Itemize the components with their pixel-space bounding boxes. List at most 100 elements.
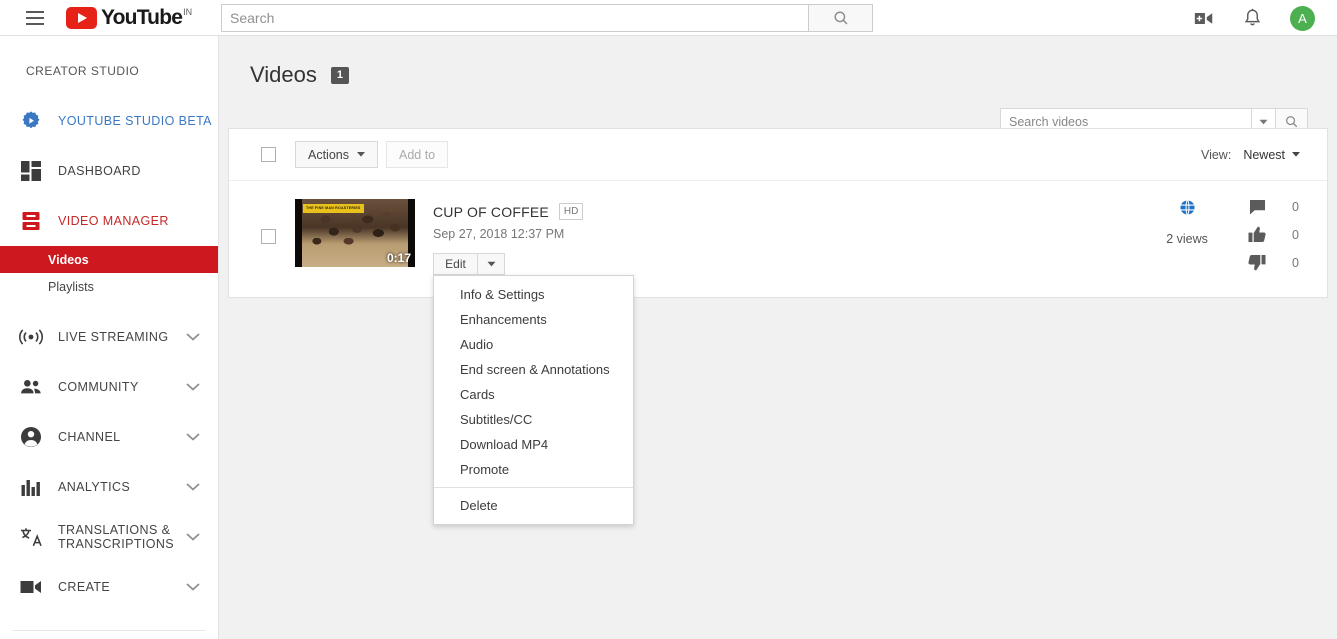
edit-dropdown-menu: Info & Settings Enhancements Audio End s… (433, 275, 634, 525)
chevron-down-icon[interactable] (186, 383, 200, 392)
menu-item-delete[interactable]: Delete (434, 493, 633, 518)
header-actions: A (1193, 0, 1315, 36)
upload-video-button[interactable] (1193, 10, 1215, 27)
table-row: THE FINE MAN ROASTERIES 0:17 CUP OF COFF… (229, 181, 1327, 525)
privacy-status-button[interactable] (1178, 199, 1196, 221)
top-header: YouTube IN A (0, 0, 1337, 36)
select-all-checkbox[interactable] (261, 147, 276, 162)
menu-item-subtitles-cc[interactable]: Subtitles/CC (434, 407, 633, 432)
sidebar-item-label: CHANNEL (58, 430, 121, 444)
youtube-logo-text: YouTube (101, 6, 183, 29)
edit-dropdown-toggle[interactable] (478, 253, 505, 275)
chevron-down-icon[interactable] (186, 583, 200, 592)
sidebar-subitem-videos[interactable]: Videos (0, 246, 218, 273)
page-title: Videos (250, 62, 317, 87)
page-header: Videos 1 (219, 36, 1337, 88)
view-value-dropdown[interactable]: Newest (1243, 148, 1300, 162)
chevron-down-icon[interactable] (186, 333, 200, 342)
hd-badge: HD (558, 203, 584, 220)
chevron-down-icon (1292, 152, 1300, 157)
search-input[interactable] (221, 4, 809, 32)
thumbs-up-icon (1244, 226, 1270, 243)
video-duration: 0:17 (386, 251, 411, 265)
menu-item-info-settings[interactable]: Info & Settings (434, 282, 633, 307)
likes-count: 0 (1292, 227, 1299, 242)
avatar[interactable]: A (1290, 5, 1315, 31)
hamburger-icon[interactable] (26, 10, 44, 25)
dislikes-count: 0 (1292, 255, 1299, 270)
thumbs-down-icon (1244, 254, 1270, 271)
video-upload-icon (1194, 12, 1213, 24)
menu-item-promote[interactable]: Promote (434, 457, 633, 482)
broadcast-icon (18, 324, 44, 350)
videos-card: Actions Add to View: Newest THE FINE MAN… (228, 128, 1328, 525)
view-selector: View: Newest (1201, 148, 1300, 162)
chevron-down-icon (487, 261, 495, 267)
sidebar-item-live-streaming[interactable]: LIVE STREAMING (0, 312, 218, 362)
video-thumbnail[interactable]: THE FINE MAN ROASTERIES 0:17 (295, 199, 415, 267)
sidebar-item-label: ANALYTICS (58, 480, 131, 494)
sidebar-item-dashboard[interactable]: DASHBOARD (0, 146, 218, 196)
sidebar-item-analytics[interactable]: ANALYTICS (0, 462, 218, 512)
comments-stat: 0 (1244, 199, 1299, 215)
video-info: CUP OF COFFEE HD Sep 27, 2018 12:37 PM E… (433, 199, 634, 525)
search-icon (834, 11, 848, 25)
videos-toolbar: Actions Add to View: Newest (229, 129, 1327, 181)
sidebar-item-video-manager[interactable]: VIDEO MANAGER (0, 196, 218, 246)
chevron-down-icon[interactable] (186, 533, 200, 542)
bell-icon (1244, 8, 1261, 25)
sidebar-item-translations-transcriptions[interactable]: TRANSLATIONS & TRANSCRIPTIONS (0, 512, 218, 562)
search-icon (1286, 116, 1298, 128)
people-icon (18, 374, 44, 400)
youtube-country-code: IN (183, 7, 193, 17)
actions-button[interactable]: Actions (295, 141, 378, 168)
sidebar-item-youtube-studio-beta[interactable]: YOUTUBE STUDIO BETA (0, 96, 218, 146)
dislikes-stat: 0 (1244, 254, 1299, 271)
chevron-down-icon[interactable] (186, 483, 200, 492)
sidebar-item-label: COMMUNITY (58, 380, 139, 394)
youtube-play-icon (66, 7, 97, 29)
notifications-button[interactable] (1243, 8, 1262, 29)
bar-chart-icon (18, 474, 44, 500)
sidebar-item-channel[interactable]: CHANNEL (0, 412, 218, 462)
sidebar: CREATOR STUDIO YOUTUBE STUDIO BETA DASHB… (0, 36, 219, 639)
video-date: Sep 27, 2018 12:37 PM (433, 227, 565, 241)
menu-item-enhancements[interactable]: Enhancements (434, 307, 633, 332)
edit-button[interactable]: Edit (433, 253, 478, 275)
sidebar-item-label: CREATE (58, 580, 111, 594)
sidebar-item-community[interactable]: COMMUNITY (0, 362, 218, 412)
chevron-down-icon (357, 152, 365, 157)
add-to-button[interactable]: Add to (386, 141, 449, 168)
sidebar-item-label: VIDEO MANAGER (58, 214, 169, 228)
menu-item-download-mp4[interactable]: Download MP4 (434, 432, 633, 457)
sidebar-item-label: LIVE STREAMING (58, 330, 169, 344)
search-button[interactable] (809, 4, 873, 32)
video-title[interactable]: CUP OF COFFEE (433, 204, 549, 220)
sidebar-item-label: TRANSLATIONS & TRANSCRIPTIONS (58, 523, 175, 551)
sidebar-divider (12, 630, 206, 631)
main-content: Videos 1 Actions Add to (219, 36, 1337, 639)
thumbnail-overlay-tag: THE FINE MAN ROASTERIES (303, 204, 364, 213)
row-select-checkbox[interactable] (261, 229, 276, 244)
dashboard-icon (18, 158, 44, 184)
chevron-down-icon[interactable] (186, 433, 200, 442)
view-value: Newest (1243, 147, 1285, 162)
video-manager-icon (18, 208, 44, 234)
translate-icon (18, 524, 44, 550)
sidebar-item-create[interactable]: CREATE (0, 562, 218, 612)
video-camera-icon (18, 574, 44, 600)
menu-item-audio[interactable]: Audio (434, 332, 633, 357)
video-stats: 2 views 0 0 0 (1148, 199, 1299, 271)
sidebar-item-label: DASHBOARD (58, 164, 141, 178)
edit-button-group: Edit Info & Settings Enhancements Audio … (433, 253, 634, 525)
studio-gear-icon (18, 108, 44, 134)
view-label: View: (1200, 147, 1232, 162)
menu-item-cards[interactable]: Cards (434, 382, 633, 407)
view-count: 2 views (1166, 232, 1208, 246)
comment-icon (1244, 199, 1270, 215)
globe-public-icon (1178, 199, 1196, 216)
sidebar-subitem-playlists[interactable]: Playlists (0, 273, 218, 300)
account-circle-icon (18, 424, 44, 450)
youtube-logo[interactable]: YouTube IN (66, 6, 192, 29)
menu-item-end-screen-annotations[interactable]: End screen & Annotations (434, 357, 633, 382)
